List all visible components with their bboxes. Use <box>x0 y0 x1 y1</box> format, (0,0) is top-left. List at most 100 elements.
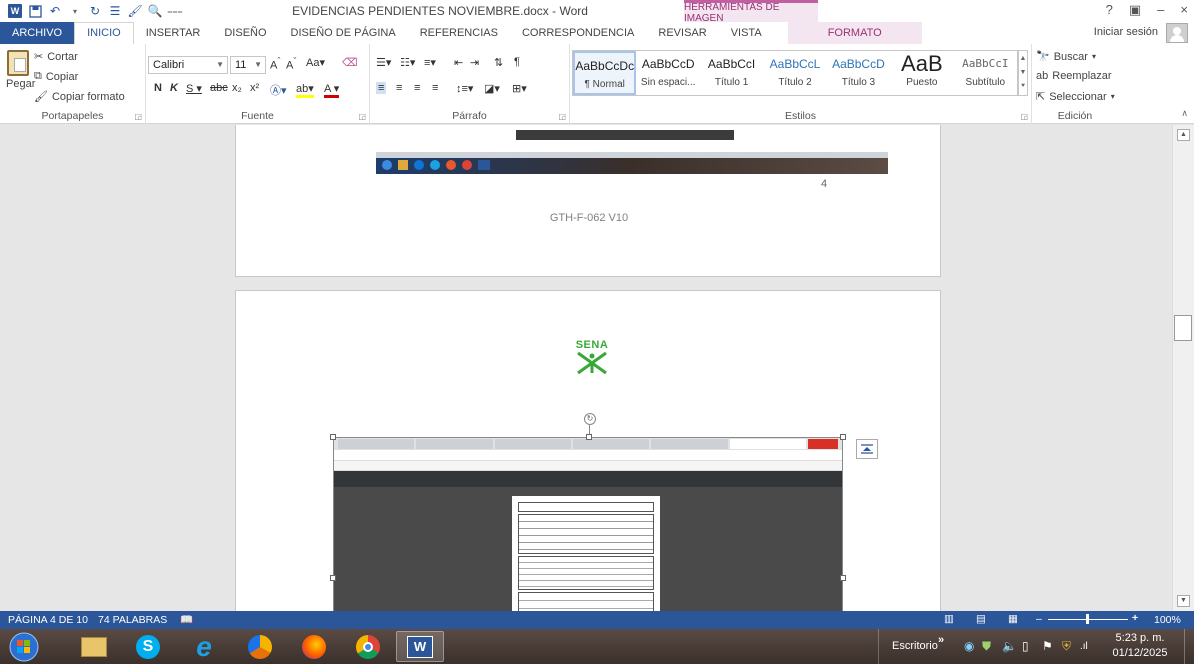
zoom-level[interactable]: 100% <box>1154 614 1181 626</box>
align-left-icon[interactable]: ≡ <box>376 82 387 94</box>
word-count[interactable]: 74 PALABRAS <box>98 614 167 626</box>
embedded-browser-screenshot[interactable] <box>333 437 843 611</box>
decrease-indent-icon[interactable]: ⇤ <box>454 56 463 69</box>
sign-in-link[interactable]: Iniciar sesión <box>1094 26 1158 38</box>
line-spacing-icon[interactable]: ↕≡▾ <box>456 82 473 95</box>
chevron-up-icon[interactable]: ▲ <box>1020 55 1027 62</box>
tray-security-icon[interactable]: ⛨ <box>1062 639 1071 654</box>
scroll-thumb[interactable] <box>1174 315 1192 341</box>
style-no-spacing[interactable]: AaBbCcD Sin espaci... <box>636 51 699 95</box>
resize-handle[interactable] <box>586 434 592 440</box>
paragraph-launcher-icon[interactable]: ◲ <box>558 112 566 121</box>
resize-handle[interactable] <box>330 434 336 440</box>
taskbar-app-orange[interactable] <box>236 631 284 662</box>
more-styles-icon[interactable]: ⯆ <box>1020 83 1026 91</box>
clipboard-launcher-icon[interactable]: ◲ <box>134 112 142 121</box>
style-heading-3[interactable]: AaBbCcD Título 3 <box>827 51 890 95</box>
resize-handle[interactable] <box>330 575 336 581</box>
tab-correspondencia[interactable]: CORRESPONDENCIA <box>510 22 646 44</box>
style-heading-2[interactable]: AaBbCcL Título 2 <box>763 51 826 95</box>
highlight-icon[interactable]: ab▾ <box>296 82 314 98</box>
styles-launcher-icon[interactable]: ◲ <box>1020 112 1028 121</box>
scroll-up-icon[interactable]: ▲ <box>1177 129 1190 141</box>
page-count[interactable]: PÁGINA 4 DE 10 <box>8 614 88 626</box>
taskbar-ie[interactable]: e <box>180 631 228 662</box>
tab-formato[interactable]: FORMATO <box>787 22 922 44</box>
numbering-icon[interactable]: ☷▾ <box>400 56 415 69</box>
shrink-font-icon[interactable]: Aˇ <box>286 56 296 72</box>
strikethrough-icon[interactable]: abc <box>210 82 228 94</box>
start-button[interactable] <box>4 631 44 662</box>
help-button[interactable]: ? <box>1106 2 1113 18</box>
font-launcher-icon[interactable]: ◲ <box>358 112 366 121</box>
tray-teamviewer-icon[interactable]: ◉ <box>964 639 974 653</box>
format-painter-button[interactable]: 🖌 Copiar formato <box>34 90 125 104</box>
clock-date[interactable]: 01/12/2025 <box>1110 647 1170 659</box>
italic-icon[interactable]: K <box>170 82 178 94</box>
underline-icon[interactable]: S ▾ <box>186 82 202 95</box>
tab-revisar[interactable]: REVISAR <box>646 22 718 44</box>
tab-vista[interactable]: VISTA <box>719 22 774 44</box>
web-layout-icon[interactable]: ▦ <box>1008 613 1018 625</box>
clock-time[interactable]: 5:23 p. m. <box>1110 632 1170 644</box>
grow-font-icon[interactable]: Aˆ <box>270 56 280 72</box>
tab-referencias[interactable]: REFERENCIAS <box>408 22 510 44</box>
subscript-icon[interactable]: x₂ <box>232 82 242 94</box>
font-color-icon[interactable]: A ▾ <box>324 82 340 98</box>
ribbon-display-button[interactable]: ▣ <box>1129 2 1141 18</box>
layout-options-button[interactable] <box>856 439 878 459</box>
user-avatar[interactable] <box>1166 23 1188 43</box>
taskbar-word[interactable]: W <box>396 631 444 662</box>
multilevel-list-icon[interactable]: ≡▾ <box>424 56 436 69</box>
tray-network-icon[interactable]: .ıl <box>1080 641 1088 652</box>
tray-battery-icon[interactable]: ▯ <box>1022 639 1029 653</box>
superscript-icon[interactable]: x² <box>250 82 259 94</box>
desktop-toolbar-label[interactable]: Escritorio <box>892 640 938 652</box>
minimize-button[interactable]: – <box>1157 2 1164 18</box>
proofing-icon[interactable]: 📖 <box>180 613 193 626</box>
taskbar-explorer[interactable] <box>70 631 118 662</box>
increase-indent-icon[interactable]: ⇥ <box>470 56 479 69</box>
font-name-select[interactable]: Calibri ▼ <box>148 56 228 74</box>
style-heading-1[interactable]: AaBbCcI Título 1 <box>700 51 763 95</box>
taskbar-chrome[interactable] <box>344 631 392 662</box>
style-title[interactable]: AaB Puesto <box>890 51 953 95</box>
find-button[interactable]: 🔭 Buscar ▾ <box>1036 50 1096 64</box>
rotate-handle-icon[interactable]: ↻ <box>584 413 596 425</box>
tab-insertar[interactable]: INSERTAR <box>134 22 213 44</box>
clear-formatting-icon[interactable]: ⌫ <box>342 56 358 69</box>
chevron-down-icon[interactable]: ▼ <box>1020 69 1027 76</box>
font-size-select[interactable]: 11 ▼ <box>230 56 266 74</box>
resize-handle[interactable] <box>840 434 846 440</box>
zoom-slider-thumb[interactable] <box>1086 614 1089 624</box>
bold-icon[interactable]: N <box>154 82 162 94</box>
style-normal[interactable]: AaBbCcDc ¶ Normal <box>573 51 637 95</box>
bullets-icon[interactable]: ☰▾ <box>376 56 391 69</box>
taskbar-firefox[interactable] <box>290 631 338 662</box>
toolbar-overflow-icon[interactable]: » <box>938 634 944 646</box>
replace-button[interactable]: ab Reemplazar <box>1036 70 1112 82</box>
align-center-icon[interactable]: ≡ <box>396 82 402 94</box>
select-button[interactable]: ⇱ Seleccionar ▾ <box>1036 90 1115 104</box>
align-right-icon[interactable]: ≡ <box>414 82 420 94</box>
paste-button[interactable]: Pegar <box>6 50 35 90</box>
text-effects-icon[interactable]: Ⓐ▾ <box>270 82 287 98</box>
read-mode-icon[interactable]: ▥ <box>944 613 954 625</box>
style-subtitle[interactable]: AaBbCcI Subtítulo <box>954 51 1017 95</box>
print-layout-icon[interactable]: ▤ <box>976 613 986 625</box>
tray-shield-icon[interactable]: ⛊ <box>982 639 991 654</box>
show-formatting-icon[interactable]: ¶ <box>514 56 520 68</box>
scroll-down-icon[interactable]: ▼ <box>1177 595 1190 607</box>
shading-icon[interactable]: ◪▾ <box>484 82 500 95</box>
vertical-scrollbar[interactable]: ▲ ▼ <box>1172 125 1194 611</box>
resize-handle[interactable] <box>840 575 846 581</box>
zoom-in-icon[interactable]: + <box>1132 612 1138 624</box>
justify-icon[interactable]: ≡ <box>432 82 438 94</box>
borders-icon[interactable]: ⊞▾ <box>512 82 527 95</box>
tab-diseno[interactable]: DISEÑO <box>212 22 278 44</box>
close-button[interactable]: × <box>1180 2 1188 18</box>
change-case-icon[interactable]: Aa▾ <box>306 56 325 69</box>
tray-volume-icon[interactable]: 🔈 <box>1002 639 1017 653</box>
tab-archivo[interactable]: ARCHIVO <box>0 22 75 44</box>
styles-gallery-scroll[interactable]: ▲ ▼ ⯆ <box>1018 50 1028 96</box>
